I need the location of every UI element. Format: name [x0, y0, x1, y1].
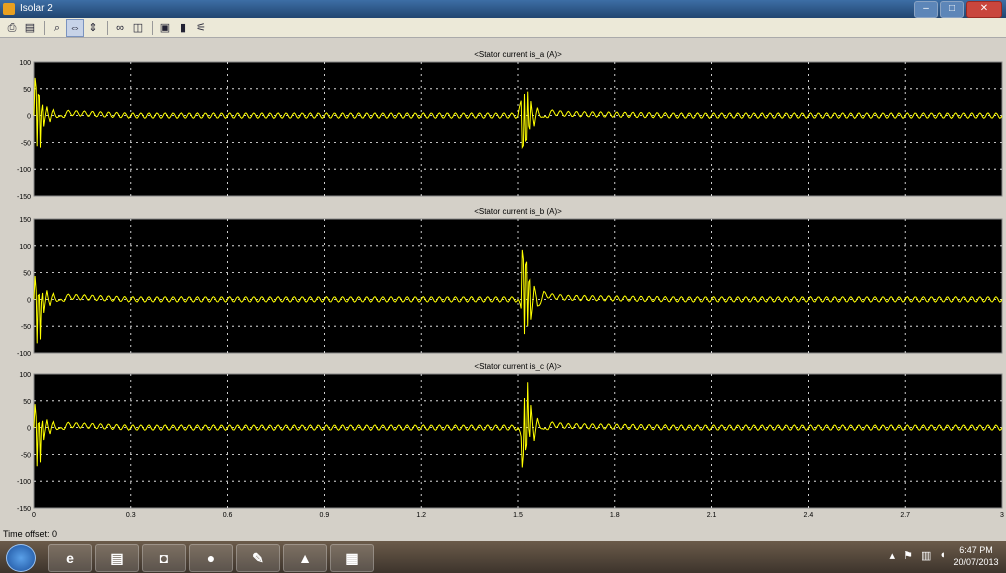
floating-scope-icon[interactable]: ▮ [175, 20, 191, 36]
system-tray: ▴ ⚑ ▥ ◖ [890, 549, 946, 562]
clock-time: 6:47 PM [959, 545, 993, 555]
flag-icon[interactable]: ⚑ [903, 549, 913, 562]
window-buttons: – □ ✕ [914, 1, 1002, 18]
plot-title: <Stator current is_b (A)> [474, 207, 562, 216]
plot-title: <Stator current is_c (A)> [474, 362, 561, 371]
y-tick-label: 100 [19, 372, 31, 379]
window-titlebar: Isolar 2 – □ ✕ [0, 0, 1006, 18]
media-player-icon[interactable]: ◘ [142, 544, 186, 572]
ie-icon[interactable]: e [48, 544, 92, 572]
start-button[interactable] [6, 544, 36, 572]
autoscale-icon[interactable]: ◫ [130, 20, 146, 36]
time-offset-label: Time offset: 0 [3, 529, 58, 539]
firefox-icon[interactable]: ● [189, 544, 233, 572]
zoom-in-icon[interactable]: ⌕ [49, 20, 65, 36]
y-tick-label: -100 [17, 351, 31, 358]
y-tick-label: 50 [23, 87, 31, 94]
scope-plots: <Stator current is_a (A)> -150 -100 -50 0 50 1… [0, 38, 1006, 527]
x-tick-label: 0.3 [126, 512, 136, 519]
up-arrow-icon[interactable]: ▴ [890, 549, 896, 562]
y-tick-label: -50 [21, 140, 31, 147]
save-axes-icon[interactable]: ▣ [157, 20, 173, 36]
y-tick-label: -100 [17, 167, 31, 174]
y-tick-label: -50 [21, 452, 31, 459]
x-tick-label: 0.9 [320, 512, 330, 519]
minimize-button[interactable]: – [914, 1, 938, 18]
y-tick-label: -100 [17, 479, 31, 486]
tool-icon[interactable]: ✎ [236, 544, 280, 572]
signal-select-icon[interactable]: ⚟ [193, 20, 209, 36]
y-tick-label: 50 [23, 399, 31, 406]
y-tick-label: 50 [23, 271, 31, 278]
toolbar-separator [44, 20, 45, 35]
network-icon[interactable]: ▥ [921, 549, 931, 562]
plot-title: <Stator current is_a (A)> [474, 50, 562, 59]
y-tick-label: 100 [19, 60, 31, 67]
close-button[interactable]: ✕ [966, 1, 1002, 18]
y-tick-label: 0 [27, 114, 31, 121]
status-bar: Time offset: 0 [0, 527, 1006, 541]
x-tick-label: 1.2 [416, 512, 426, 519]
x-tick-label: 2.7 [900, 512, 910, 519]
toolbar-separator [152, 20, 153, 35]
taskbar: e ▤ ◘ ● ✎ ▲ ▦ ▴ ⚑ ▥ ◖ 6:47 PM 20/07/2013 [0, 541, 1006, 573]
clock-date: 20/07/2013 [953, 557, 999, 567]
maximize-button[interactable]: □ [940, 1, 964, 18]
y-tick-label: 150 [19, 217, 31, 224]
speaker-icon[interactable]: ◖ [939, 549, 946, 562]
y-tick-label: -150 [17, 506, 31, 513]
scope-app-icon [3, 3, 15, 15]
y-tick-label: -150 [17, 194, 31, 201]
zoom-x-icon[interactable]: ⇔ [66, 18, 84, 37]
scope-toolbar: ⎙ ▤ ⌕ ⇔ ⇕ ∞ ◫ ▣ ▮ ⚟ [0, 18, 1006, 38]
x-tick-label: 0 [32, 512, 36, 519]
simulink-icon[interactable]: ▦ [330, 544, 374, 572]
y-tick-label: 0 [27, 297, 31, 304]
x-tick-label: 2.1 [707, 512, 717, 519]
clock[interactable]: 6:47 PM 20/07/2013 [950, 544, 1002, 568]
binoculars-icon[interactable]: ∞ [112, 20, 128, 36]
x-tick-label: 1.8 [610, 512, 620, 519]
print-icon[interactable]: ⎙ [4, 20, 20, 36]
window-title: Isolar 2 [20, 3, 53, 14]
matlab-icon[interactable]: ▲ [283, 544, 327, 572]
x-tick-label: 1.5 [513, 512, 523, 519]
y-tick-label: 100 [19, 244, 31, 251]
x-tick-label: 3 [1000, 512, 1004, 519]
toolbar-separator [107, 20, 108, 35]
x-tick-label: 0.6 [223, 512, 233, 519]
x-tick-label: 2.4 [804, 512, 814, 519]
y-tick-label: -50 [21, 324, 31, 331]
params-icon[interactable]: ▤ [22, 20, 38, 36]
explorer-icon[interactable]: ▤ [95, 544, 139, 572]
y-tick-label: 0 [27, 426, 31, 433]
zoom-y-icon[interactable]: ⇕ [85, 20, 101, 36]
